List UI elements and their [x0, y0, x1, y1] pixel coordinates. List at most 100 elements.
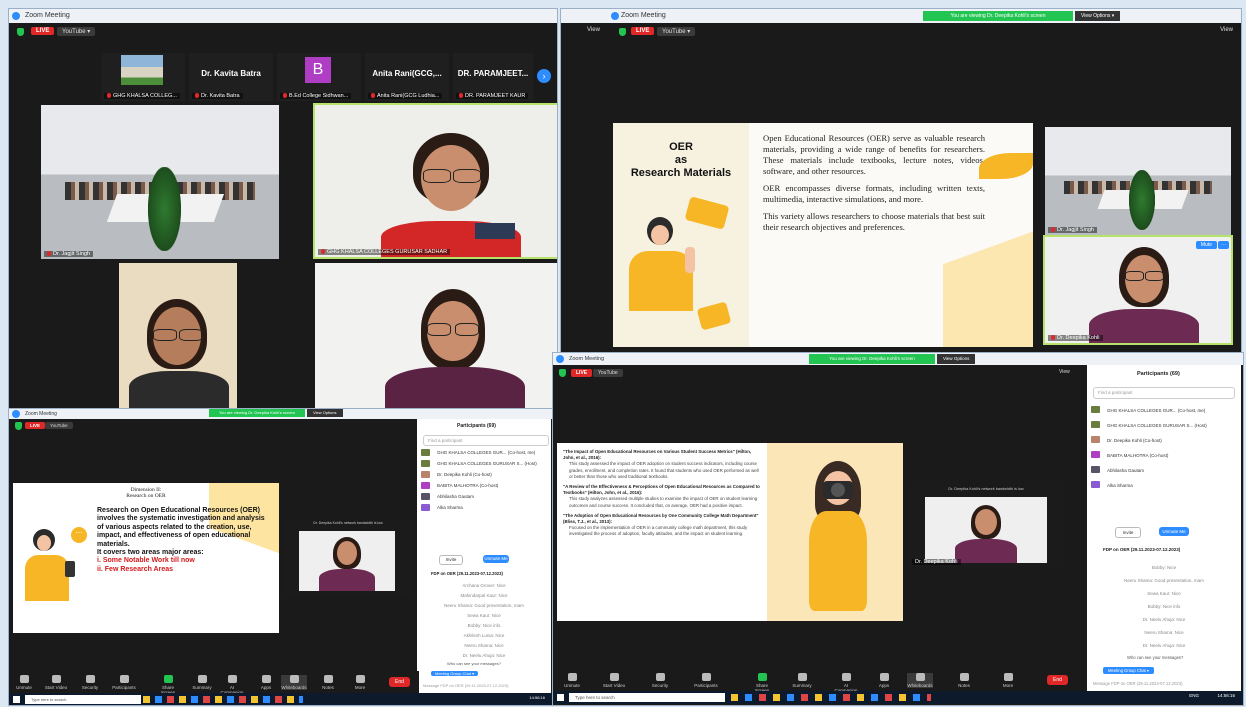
toolbar-whiteboards[interactable]: Whiteboards: [281, 675, 307, 690]
shield-icon[interactable]: [15, 422, 22, 430]
mic-muted-icon: [321, 249, 325, 255]
shield-icon[interactable]: [619, 28, 626, 36]
toolbar-unmute[interactable]: Unmute: [559, 673, 585, 688]
mute-button[interactable]: Mute: [1195, 241, 1217, 249]
list-item[interactable]: GHG KHALSA COLLEGES GURUSAR S... (Host): [1087, 418, 1241, 433]
who-can-see-link[interactable]: Who can see your messages?: [447, 661, 501, 666]
chat-message-input[interactable]: Message FDP on OER (29.11.2023-07.12.202…: [423, 683, 508, 688]
participant-search-input[interactable]: Find a participant: [423, 435, 549, 446]
toolbar-more[interactable]: More: [347, 675, 373, 690]
strip-tile-kavita[interactable]: Dr. Kavita Batra Dr. Kavita Batra: [189, 53, 273, 101]
toolbar-start-video[interactable]: Start Video: [43, 675, 69, 690]
list-item[interactable]: Dr. Deepika Kohli (Co-host): [1087, 433, 1241, 448]
tile-caption: Dr. Kavita Batra: [201, 93, 240, 99]
tile-name: Anita Rani(GCG,...: [372, 69, 442, 78]
list-item[interactable]: BABITA MALHOTRA (Co-host): [417, 480, 551, 491]
presenter-thumbnail[interactable]: Dr. Deepika Kohli's network bandwidth is…: [283, 521, 413, 595]
youtube-dropdown[interactable]: YouTube: [593, 369, 623, 377]
tile-name: DR. PARAMJEET...: [457, 69, 529, 78]
presenter-thumbnail[interactable]: Dr. Deepika Kohli's network bandwidth is…: [909, 487, 1063, 567]
list-item[interactable]: Abhilasha Gautam: [1087, 463, 1241, 478]
toolbar-ai[interactable]: AI Companion: [219, 675, 245, 695]
sparkle-icon: [227, 675, 237, 683]
start-icon[interactable]: [13, 696, 20, 703]
video-tile-classroom[interactable]: Dr. Jagjit Singh: [41, 105, 279, 259]
toolbar-participants[interactable]: Participants: [111, 675, 137, 690]
view-options-button[interactable]: View Options ▾: [1075, 11, 1121, 21]
toolbar-share[interactable]: Share Screen: [155, 675, 181, 695]
chat-title: FDP on OER (29.11.2023-07.12.2023): [1103, 547, 1181, 552]
list-item[interactable]: Alka Sharma: [1087, 478, 1241, 493]
youtube-dropdown[interactable]: YouTube ▾: [657, 27, 696, 36]
toolbar-whiteboards[interactable]: Whiteboards: [907, 673, 933, 688]
live-badge[interactable]: LIVE: [25, 422, 46, 429]
view-menu-button[interactable]: View: [1059, 369, 1070, 375]
strip-tile-paramjeet[interactable]: DR. PARAMJEET... DR. PARAMJEET KAUR: [453, 53, 533, 101]
view-menu-button[interactable]: View: [1220, 27, 1233, 33]
list-item[interactable]: BABITA MALHOTRA (Co-host): [1087, 448, 1241, 463]
list-item[interactable]: Alka Sharma: [417, 502, 551, 513]
view-button[interactable]: View: [587, 27, 600, 33]
toolbar-notes[interactable]: Notes: [315, 675, 341, 690]
toolbar-security[interactable]: Security: [647, 673, 673, 688]
side-video-presenter[interactable]: Mute ⋯ Dr. Deepika Kohli: [1043, 235, 1233, 345]
meeting-toolbar: Unmute Start Video Security Participants…: [553, 669, 1087, 693]
chat-messages: Bobby: Nice Neeru Shama: Good presentati…: [1124, 565, 1204, 648]
tile-caption: B.Ed College Sidhwan...: [289, 93, 349, 99]
meeting-chat-dropdown[interactable]: Meeting Group Chat ▾: [431, 671, 479, 676]
youtube-dropdown[interactable]: YouTube: [45, 422, 73, 429]
toolbar-apps[interactable]: Apps: [253, 675, 279, 690]
end-button[interactable]: End: [1047, 675, 1068, 685]
tile-caption: Dr. Jagjit Singh: [1057, 227, 1094, 233]
invite-button[interactable]: Invite: [1115, 527, 1141, 538]
toolbar-start-video[interactable]: Start Video: [601, 673, 627, 688]
participant-list: GHG KHALSA COLLEGES GUR... (Co-host, me)…: [417, 447, 551, 513]
shield-icon[interactable]: [559, 369, 566, 377]
side-video-classroom[interactable]: Dr. Jagjit Singh: [1045, 127, 1231, 235]
end-button[interactable]: End: [389, 677, 410, 687]
view-options-button[interactable]: View Options: [307, 409, 343, 417]
toolbar-more[interactable]: More: [995, 673, 1021, 688]
chat-message-input[interactable]: Message FDP on OER (29.11.2023-07.12.202…: [1093, 681, 1182, 686]
strip-tile-college[interactable]: GHG KHALSA COLLEG...: [101, 53, 185, 101]
invite-button[interactable]: Invite: [439, 555, 463, 565]
toolbar-unmute[interactable]: Unmute: [11, 675, 37, 690]
start-icon[interactable]: [557, 694, 564, 701]
toolbar-share[interactable]: Share Screen: [749, 673, 775, 693]
strip-tile-bed[interactable]: B B.Ed College Sidhwan...: [277, 53, 361, 101]
list-item[interactable]: Dr. Deepika Kohli (Co-host): [417, 469, 551, 480]
more-icon[interactable]: ⋯: [1218, 241, 1229, 249]
taskbar-search-input[interactable]: Type here to search: [569, 693, 725, 702]
list-item[interactable]: Abhilasha Gautam: [417, 491, 551, 502]
taskbar-search-input[interactable]: Type here to search: [25, 695, 141, 704]
video-tile-woman-2[interactable]: [315, 263, 557, 409]
list-item[interactable]: GHG KHALSA COLLEGES GUR... (Co-host, me): [417, 447, 551, 458]
toolbar-ai[interactable]: AI Companion: [833, 673, 859, 693]
notes-icon: [959, 673, 969, 681]
toolbar-security[interactable]: Security: [77, 675, 103, 690]
live-badge[interactable]: LIVE: [571, 369, 593, 377]
youtube-dropdown[interactable]: YouTube ▾: [57, 27, 96, 36]
who-can-see-link[interactable]: Who can see your messages?: [1127, 655, 1183, 660]
toolbar-participants[interactable]: Participants: [693, 673, 719, 688]
toolbar-apps[interactable]: Apps: [871, 673, 897, 688]
video-tile-woman-1[interactable]: [119, 263, 237, 409]
live-badge[interactable]: LIVE: [631, 27, 655, 35]
list-item[interactable]: GHG KHALSA COLLEGES GURUSAR S... (Host): [417, 458, 551, 469]
toolbar-summary[interactable]: Summary: [789, 673, 815, 688]
strip-tile-anita[interactable]: Anita Rani(GCG,... Anita Rani(GCG Ludhia…: [365, 53, 449, 101]
list-item[interactable]: GHG KHALSA COLLEGES GUR... (Co-host, me): [1087, 403, 1241, 418]
shield-icon[interactable]: [17, 28, 24, 36]
video-tile-speaker[interactable]: GHG KHALSA COLLEGES GURUSAR SADHAR: [313, 103, 557, 259]
participant-search-input[interactable]: Find a participant: [1093, 387, 1235, 399]
view-options-button[interactable]: View Options: [937, 354, 976, 364]
toolbar-notes[interactable]: Notes: [951, 673, 977, 688]
live-badge[interactable]: LIVE: [31, 27, 55, 35]
toolbar-summary[interactable]: Summary: [189, 675, 215, 690]
slide-paragraph-3: This variety allows researchers to choos…: [763, 211, 985, 232]
mic-muted-icon: [47, 251, 51, 257]
next-page-icon[interactable]: ›: [537, 69, 551, 83]
unmute-me-button[interactable]: Unmute Me: [483, 555, 509, 563]
meeting-chat-dropdown[interactable]: Meeting Group Chat ▾: [1103, 667, 1154, 674]
unmute-me-button[interactable]: Unmute Me: [1159, 527, 1189, 536]
